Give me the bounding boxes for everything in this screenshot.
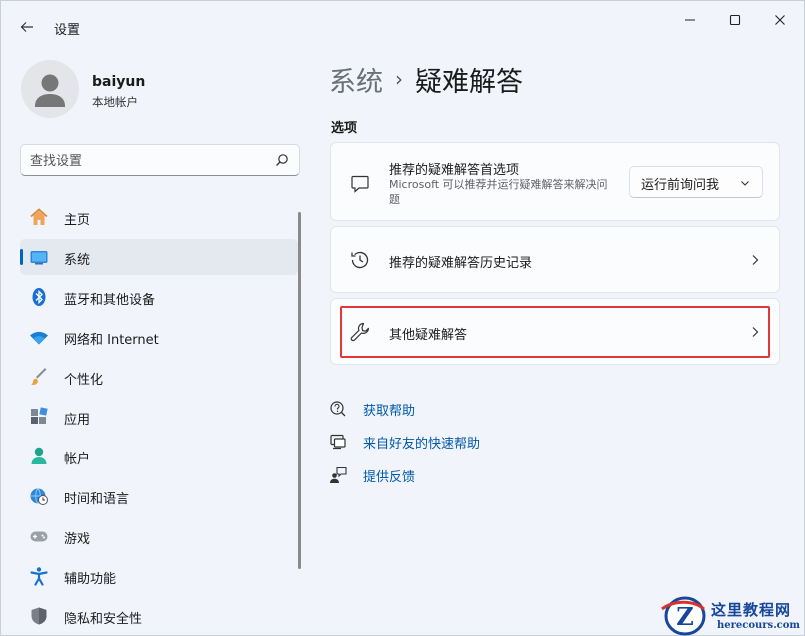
feedback-link[interactable]: 提供反馈 [329, 464, 415, 486]
system-display-icon [29, 247, 49, 267]
history-icon [349, 249, 371, 271]
search-input[interactable] [30, 151, 260, 171]
nav-label: 系统 [64, 253, 91, 268]
back-button[interactable] [15, 15, 39, 39]
card-title: 推荐的疑难解答首选项 [389, 163, 520, 178]
home-icon [29, 207, 49, 227]
svg-text:Z: Z [676, 602, 694, 631]
nav-label: 游戏 [64, 532, 91, 547]
accessibility-icon [29, 566, 49, 586]
help-chat-icon [329, 400, 347, 418]
wrench-icon [349, 321, 371, 343]
nav-label: 主页 [64, 213, 91, 228]
user-name: baiyun [92, 74, 146, 90]
nav-item-system[interactable]: 系统 [20, 239, 298, 275]
close-icon [775, 15, 785, 25]
breadcrumb: 系统 › 疑难解答 [329, 59, 523, 99]
globe-clock-icon [29, 486, 49, 506]
nav-item-accessibility[interactable]: 辅助功能 [20, 558, 298, 594]
nav-label: 蓝牙和其他设备 [64, 293, 156, 308]
breadcrumb-separator: › [395, 67, 403, 91]
nav-item-personalization[interactable]: 个性化 [20, 359, 298, 395]
search-box[interactable] [20, 144, 300, 176]
search-icon[interactable] [275, 153, 289, 167]
help-link-label: 获取帮助 [363, 404, 416, 419]
account-icon [29, 446, 49, 466]
app-title: 设置 [54, 23, 81, 38]
apps-icon [29, 407, 49, 427]
nav-label: 应用 [64, 413, 91, 428]
maximize-icon [729, 14, 741, 26]
preference-dropdown[interactable]: 运行前询问我 [629, 166, 763, 198]
nav-label: 隐私和安全性 [64, 612, 143, 627]
paintbrush-icon [29, 367, 49, 387]
help-link-label: 提供反馈 [363, 470, 416, 485]
watermark-logo-icon: Z [661, 596, 706, 636]
help-link-label: 来自好友的快速帮助 [363, 437, 481, 452]
page-title: 疑难解答 [415, 66, 523, 98]
nav-item-apps[interactable]: 应用 [20, 399, 298, 435]
chat-bubble-icon [349, 172, 371, 194]
watermark-name: 这里教程网 [711, 601, 792, 619]
remote-assist-icon [329, 433, 347, 451]
card-title: 推荐的疑难解答历史记录 [389, 256, 533, 271]
card-recommended-history[interactable]: 推荐的疑难解答历史记录 [330, 226, 780, 293]
minimize-icon [685, 19, 695, 21]
breadcrumb-parent[interactable]: 系统 [329, 60, 383, 99]
nav-item-network[interactable]: 网络和 Internet [20, 319, 298, 355]
nav-label: 时间和语言 [64, 492, 130, 507]
nav-item-gaming[interactable]: 游戏 [20, 518, 298, 554]
wifi-icon [29, 327, 49, 347]
nav-scrollbar[interactable] [298, 212, 301, 569]
nav-item-time-language[interactable]: 时间和语言 [20, 478, 298, 514]
nav-item-bluetooth[interactable]: 蓝牙和其他设备 [20, 279, 298, 315]
gamepad-icon [29, 526, 49, 546]
dropdown-value: 运行前询问我 [641, 178, 720, 193]
nav-label: 网络和 Internet [64, 333, 159, 348]
shield-icon [29, 606, 49, 626]
nav-item-home[interactable]: 主页 [20, 199, 298, 235]
card-description: Microsoft 可以推荐并运行疑难解答来解决问题 [389, 178, 608, 206]
bluetooth-icon [29, 287, 49, 307]
chevron-right-icon [752, 327, 759, 337]
nav-label: 辅助功能 [64, 572, 117, 587]
chevron-down-icon [741, 181, 749, 186]
watermark-url: herecours.com [717, 620, 801, 631]
card-recommended-preferences: 推荐的疑难解答首选项 Microsoft 可以推荐并运行疑难解答来解决问题 运行… [330, 142, 780, 221]
chevron-right-icon [752, 255, 759, 265]
user-silhouette-icon [35, 74, 65, 107]
card-title: 其他疑难解答 [389, 328, 468, 343]
account-type: 本地帐户 [92, 95, 138, 109]
back-arrow-icon [20, 22, 33, 32]
selection-indicator [20, 249, 23, 265]
title-bar: 设置 [1, 1, 805, 51]
minimize-button[interactable] [675, 9, 705, 31]
watermark: Z 这里教程网 herecours.com [659, 595, 805, 636]
get-help-link[interactable]: 获取帮助 [329, 398, 415, 420]
nav-item-privacy[interactable]: 隐私和安全性 [20, 598, 298, 634]
settings-window: 设置 baiyun 本地帐户 主页 系统 [0, 0, 805, 636]
nav-label: 个性化 [64, 373, 104, 388]
quick-assist-link[interactable]: 来自好友的快速帮助 [329, 431, 480, 453]
avatar[interactable] [21, 60, 79, 118]
nav-label: 帐户 [64, 452, 91, 467]
nav-item-accounts[interactable]: 帐户 [20, 438, 298, 474]
section-title: 选项 [331, 121, 358, 136]
maximize-button[interactable] [720, 9, 750, 31]
feedback-icon [329, 466, 347, 484]
close-button[interactable] [765, 9, 795, 31]
card-other-troubleshooters[interactable]: 其他疑难解答 [330, 298, 780, 365]
